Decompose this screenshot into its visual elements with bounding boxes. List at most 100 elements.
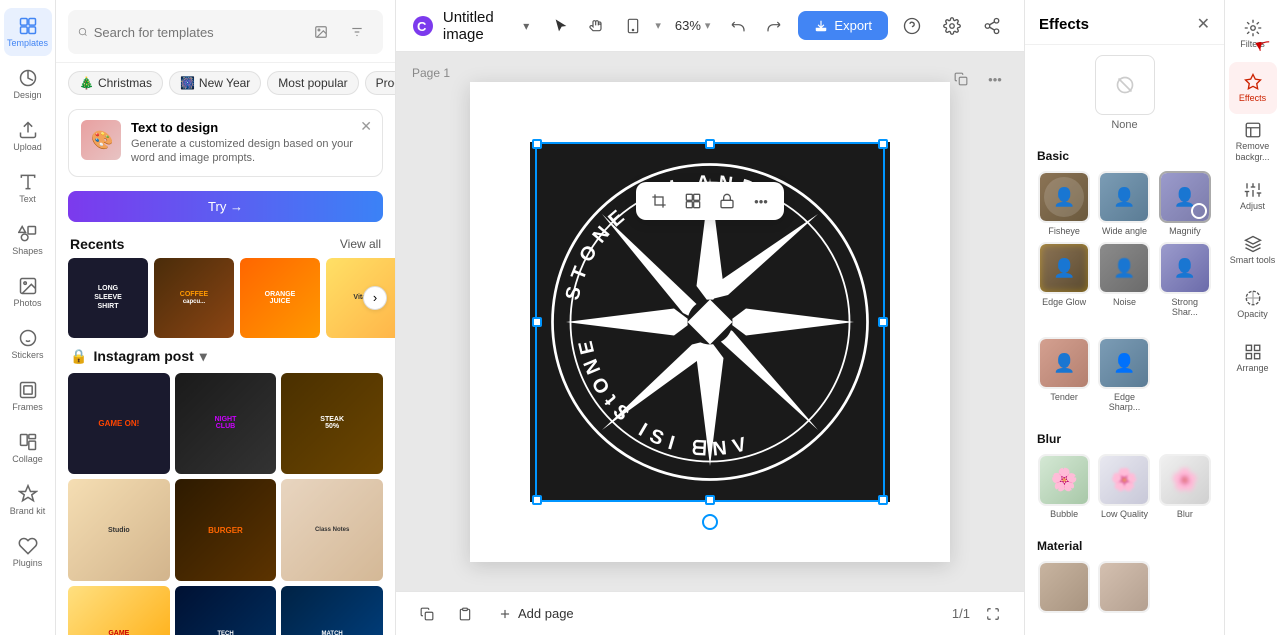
view-all-link[interactable]: View all	[340, 237, 381, 251]
filter-btn[interactable]	[341, 16, 373, 48]
svg-text:C: C	[417, 19, 427, 34]
recents-next-button[interactable]: ›	[363, 286, 387, 310]
ig-thumb-6[interactable]: Class Notes	[281, 479, 383, 581]
effect-strong-sharp[interactable]: 👤 Strong Shar...	[1158, 242, 1212, 317]
ig-thumb-9[interactable]: MATCHLEADING	[281, 586, 383, 635]
right-sidebar-remove-bg[interactable]: Remove backgr...	[1229, 116, 1277, 168]
ig-thumb-1[interactable]: GAME ON!	[68, 373, 170, 475]
cursor-tool[interactable]	[545, 10, 577, 42]
effect-tender[interactable]: 👤 Tender	[1037, 337, 1091, 412]
document-title-area[interactable]: Untitled image ▾	[443, 9, 529, 43]
page-more-btn[interactable]: •••	[982, 66, 1008, 92]
promo-thumbnail: 🎨	[81, 120, 121, 160]
recent-thumb-3[interactable]: ORANGEJUICE	[240, 258, 320, 338]
export-button[interactable]: Export	[798, 11, 888, 40]
effect-fisheye[interactable]: 👤 Fisheye	[1037, 171, 1091, 236]
page-actions: •••	[948, 66, 1008, 92]
effect-low-quality[interactable]: 🌸 Low Quality	[1097, 454, 1151, 519]
effect-material-1[interactable]	[1037, 561, 1091, 613]
canvas-group-tool[interactable]	[678, 186, 708, 216]
effect-none-label: None	[1111, 119, 1137, 131]
effects-panel: Effects ✕ None Basic 👤 Fisheye	[1024, 0, 1224, 635]
effect-none[interactable]: None	[1025, 45, 1224, 141]
right-sidebar-filters[interactable]: Filters	[1229, 8, 1277, 60]
add-page-button[interactable]: Add page	[488, 601, 584, 626]
canvas-lock-tool[interactable]	[712, 186, 742, 216]
search-input[interactable]	[94, 25, 299, 40]
effect-material-2[interactable]	[1097, 561, 1151, 613]
undo-btn[interactable]	[722, 10, 754, 42]
sidebar-item-upload[interactable]: Upload	[4, 112, 52, 160]
sidebar-item-plugins[interactable]: Plugins	[4, 528, 52, 576]
hand-tool[interactable]	[581, 10, 613, 42]
basic-section-title: Basic	[1037, 149, 1212, 163]
share-btn[interactable]	[976, 10, 1008, 42]
effect-noise[interactable]: 👤 Noise	[1097, 242, 1151, 317]
promo-close-button[interactable]: ✕	[360, 118, 372, 135]
device-dropdown[interactable]: ▾	[655, 19, 661, 32]
right-sidebar-effects[interactable]: Effects	[1229, 62, 1277, 114]
page-label: Page 1	[412, 66, 450, 80]
effect-magnify[interactable]: 👤 Magnify	[1158, 171, 1212, 236]
ig-thumb-3[interactable]: STEAK50%	[281, 373, 383, 475]
redo-btn[interactable]	[758, 10, 790, 42]
sidebar-item-text[interactable]: Text	[4, 164, 52, 212]
fullscreen-btn[interactable]	[978, 599, 1008, 629]
right-sidebar-adjust[interactable]: Adjust	[1229, 170, 1277, 222]
toolbar-right: Export	[798, 10, 1008, 42]
help-btn[interactable]	[896, 10, 928, 42]
canvas-more-tool[interactable]: •••	[746, 186, 776, 216]
device-view-btn[interactable]	[617, 10, 649, 42]
material-effects-section: 👤 Tender 👤 Edge Sharp...	[1025, 329, 1224, 424]
try-button[interactable]: Try →	[68, 191, 383, 222]
effect-wide-angle[interactable]: 👤 Wide angle	[1097, 171, 1151, 236]
sidebar-item-stickers[interactable]: Stickers	[4, 320, 52, 368]
page-copy-btn[interactable]	[948, 66, 974, 92]
recent-thumb-1[interactable]: LONGSLEEVESHIRT	[68, 258, 148, 338]
paste-btn[interactable]	[450, 599, 480, 629]
copy-btn[interactable]	[412, 599, 442, 629]
tag-most-popular[interactable]: Most popular	[267, 71, 358, 95]
rotate-handle[interactable]	[702, 514, 718, 530]
sidebar-item-photos[interactable]: Photos	[4, 268, 52, 316]
recent-thumb-2[interactable]: COFFEEcapcu...	[154, 258, 234, 338]
ig-thumb-5[interactable]: BURGER	[175, 479, 277, 581]
ig-thumb-7[interactable]: GAMEDAY!	[68, 586, 170, 635]
effects-close-button[interactable]: ✕	[1197, 14, 1210, 34]
sidebar-item-frames[interactable]: Frames	[4, 372, 52, 420]
tag-new-year[interactable]: 🎆 New Year	[169, 71, 261, 95]
blur-effects-section: Blur 🌸 Bubble 🌸 Low Quality	[1025, 424, 1224, 531]
toolbar-tools: ▾ 63% ▾	[545, 10, 790, 42]
ig-thumb-2[interactable]: NIGHTCLUB	[175, 373, 277, 475]
image-search-btn[interactable]	[305, 16, 337, 48]
canvas-crop-tool[interactable]	[644, 186, 674, 216]
right-sidebar-smart-tools[interactable]: Smart tools	[1229, 224, 1277, 276]
settings-btn[interactable]	[936, 10, 968, 42]
tag-product-display[interactable]: Product Display	[365, 71, 395, 95]
promo-banner: 🎨 Text to design Generate a customized d…	[68, 109, 383, 177]
canvas-floating-toolbar: •••	[636, 182, 784, 220]
right-sidebar-arrange[interactable]: Arrange	[1229, 332, 1277, 384]
material2-section: Material	[1025, 531, 1224, 625]
sidebar-item-brand-kit[interactable]: Brand kit	[4, 476, 52, 524]
ig-thumb-4[interactable]: Studio	[68, 479, 170, 581]
sidebar-item-shapes[interactable]: Shapes	[4, 216, 52, 264]
effect-bubble[interactable]: 🌸 Bubble	[1037, 454, 1091, 519]
ig-thumb-8[interactable]: TECHLEADING:	[175, 586, 277, 635]
search-section	[56, 0, 395, 63]
tags-row: 🎄 Christmas 🎆 New Year Most popular Prod…	[56, 63, 395, 103]
sidebar-item-design[interactable]: Design	[4, 60, 52, 108]
material2-grid	[1037, 561, 1212, 613]
material-effects-grid: 👤 Tender 👤 Edge Sharp...	[1037, 337, 1212, 412]
sidebar-item-templates[interactable]: Templates	[4, 8, 52, 56]
zoom-control[interactable]: 63% ▾	[667, 14, 719, 37]
effect-edge-sharp[interactable]: 👤 Edge Sharp...	[1097, 337, 1151, 412]
effect-blur[interactable]: 🌸 Blur	[1158, 454, 1212, 519]
tag-christmas[interactable]: 🎄 Christmas	[68, 71, 163, 95]
instagram-dropdown-icon[interactable]: ▾	[200, 348, 207, 365]
sidebar-item-collage[interactable]: Collage	[4, 424, 52, 472]
canvas-container: Page 1 ••• •••	[396, 52, 1024, 591]
recents-row: LONGSLEEVESHIRT COFFEEcapcu... ORANGEJUI…	[56, 258, 395, 338]
right-sidebar-opacity[interactable]: Opacity	[1229, 278, 1277, 330]
effect-edge-glow[interactable]: 👤 Edge Glow	[1037, 242, 1091, 317]
